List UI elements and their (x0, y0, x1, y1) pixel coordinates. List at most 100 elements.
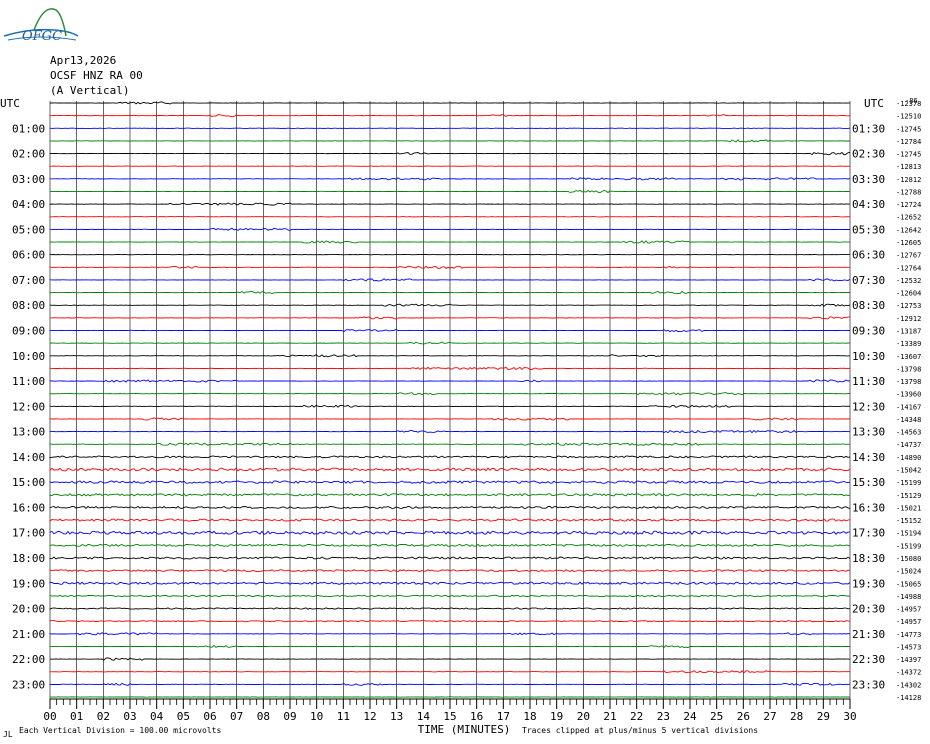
hour-label-right: 22:30 (852, 653, 885, 666)
trace-offset-label: -13960 (896, 391, 921, 399)
hour-label-left: 21:00 (12, 628, 45, 641)
hour-label-right: 23:30 (852, 678, 885, 691)
x-tick-label: 07 (230, 710, 243, 723)
x-tick-label: 28 (790, 710, 803, 723)
trace-offset-label: -15042 (896, 467, 921, 475)
hour-label-left: 08:00 (12, 299, 45, 312)
x-tick-label: 17 (497, 710, 510, 723)
hour-label-left: 06:00 (12, 249, 45, 262)
trace-offset-label: -12813 (896, 163, 921, 171)
trace-offset-label: -12812 (896, 176, 921, 184)
hour-label-left: 22:00 (12, 653, 45, 666)
scale-note: Each Vertical Division = 100.00 microvol… (19, 726, 221, 735)
trace-offset-label: -14372 (896, 669, 921, 677)
hour-label-left: 18:00 (12, 552, 45, 565)
hour-label-right: 17:30 (852, 527, 885, 540)
trace-offset-label: -14890 (896, 454, 921, 462)
x-tick-label: 24 (683, 710, 697, 723)
left-axis-title: UTC (0, 97, 20, 110)
x-tick-label: 05 (177, 710, 190, 723)
trace-offset-label: -15199 (896, 479, 921, 487)
hour-label-left: 17:00 (12, 527, 45, 540)
trace-offset-label: -12532 (896, 277, 921, 285)
x-tick-label: 03 (123, 710, 136, 723)
hour-label-left: 04:00 (12, 198, 45, 211)
hour-label-right: 15:30 (852, 476, 885, 489)
hour-label-right: 11:30 (852, 375, 885, 388)
x-tick-label: 22 (630, 710, 643, 723)
x-tick-label: 26 (737, 710, 750, 723)
hour-label-right: 21:30 (852, 628, 885, 641)
hour-label-left: 10:00 (12, 350, 45, 363)
trace-offset-label: -15080 (896, 555, 921, 563)
hour-label-left: 13:00 (12, 426, 45, 439)
trace-offset-label: -12753 (896, 302, 921, 310)
right-axis-title: UTC (864, 97, 884, 110)
hour-label-right: 01:30 (852, 122, 885, 135)
x-tick-label: 19 (550, 710, 563, 723)
hour-label-right: 14:30 (852, 451, 885, 464)
trace-offset-label: -15065 (896, 580, 921, 588)
trace-offset-label: -14302 (896, 681, 921, 689)
hour-label-left: 07:00 (12, 274, 45, 287)
hour-label-left: 09:00 (12, 324, 45, 337)
hour-label-right: 07:30 (852, 274, 885, 287)
hour-label-left: 19:00 (12, 577, 45, 590)
hour-label-left: 02:00 (12, 148, 45, 161)
trace-offset-label: -15194 (896, 530, 921, 538)
hour-label-right: 08:30 (852, 299, 885, 312)
x-tick-label: 08 (257, 710, 270, 723)
x-tick-label: 09 (283, 710, 296, 723)
hour-label-right: 16:30 (852, 501, 885, 514)
trace-offset-label: -12745 (896, 151, 921, 159)
x-tick-label: 29 (817, 710, 830, 723)
trace-offset-label: -13187 (896, 327, 921, 335)
hour-label-left: 23:00 (12, 678, 45, 691)
trace-offset-label: -14348 (896, 416, 921, 424)
hour-label-left: 15:00 (12, 476, 45, 489)
hour-label-right: 20:30 (852, 603, 885, 616)
trace-offset-label: -12510 (896, 113, 921, 121)
hour-label-left: 12:00 (12, 400, 45, 413)
x-tick-label: 12 (363, 710, 376, 723)
x-tick-label: 25 (710, 710, 723, 723)
hour-label-left: 01:00 (12, 122, 45, 135)
clip-note: Traces clipped at plus/minus 5 vertical … (522, 726, 758, 735)
hour-label-left: 05:00 (12, 223, 45, 236)
trace-offset-label: -14128 (896, 694, 921, 702)
x-tick-label: 16 (470, 710, 483, 723)
x-tick-label: 06 (203, 710, 216, 723)
hour-label-right: 13:30 (852, 426, 885, 439)
trace-offset-label: -12642 (896, 226, 921, 234)
x-tick-label: 20 (577, 710, 590, 723)
trace-offset-label: -12652 (896, 214, 921, 222)
hour-label-right: 12:30 (852, 400, 885, 413)
trace-offset-label: -14397 (896, 656, 921, 664)
hour-label-right: 02:30 (852, 148, 885, 161)
x-tick-label: 18 (523, 710, 536, 723)
trace-offset-label: -12724 (896, 201, 921, 209)
trace-offset-label: -15199 (896, 542, 921, 550)
hour-label-right: 18:30 (852, 552, 885, 565)
x-tick-label: 00 (43, 710, 56, 723)
x-tick-label: 30 (843, 710, 856, 723)
trace-offset-label: -15021 (896, 504, 921, 512)
trace-offset-label: -12788 (896, 188, 921, 196)
hour-label-left: 16:00 (12, 501, 45, 514)
hour-label-right: 05:30 (852, 223, 885, 236)
trace-offset-label: -14988 (896, 593, 921, 601)
x-tick-label: 15 (443, 710, 456, 723)
trace-offset-label: -13607 (896, 353, 921, 361)
trace-offset-label: -12912 (896, 315, 921, 323)
trace-offset-label: -13798 (896, 365, 921, 373)
x-tick-label: 04 (150, 710, 164, 723)
trace-offset-label: -14737 (896, 441, 921, 449)
x-tick-label: 11 (337, 710, 350, 723)
trace-offset-label: -13798 (896, 378, 921, 386)
trace-offset-label: -12604 (896, 290, 921, 298)
hour-label-left: 20:00 (12, 603, 45, 616)
seismogram-plot: UTC UTC 01:00 02:00 03:00 04:00 05:00 06:00 07:0… (0, 97, 921, 739)
x-tick-label: 23 (657, 710, 670, 723)
trace-offset-label: -12745 (896, 125, 921, 133)
hour-label-left: 03:00 (12, 173, 45, 186)
